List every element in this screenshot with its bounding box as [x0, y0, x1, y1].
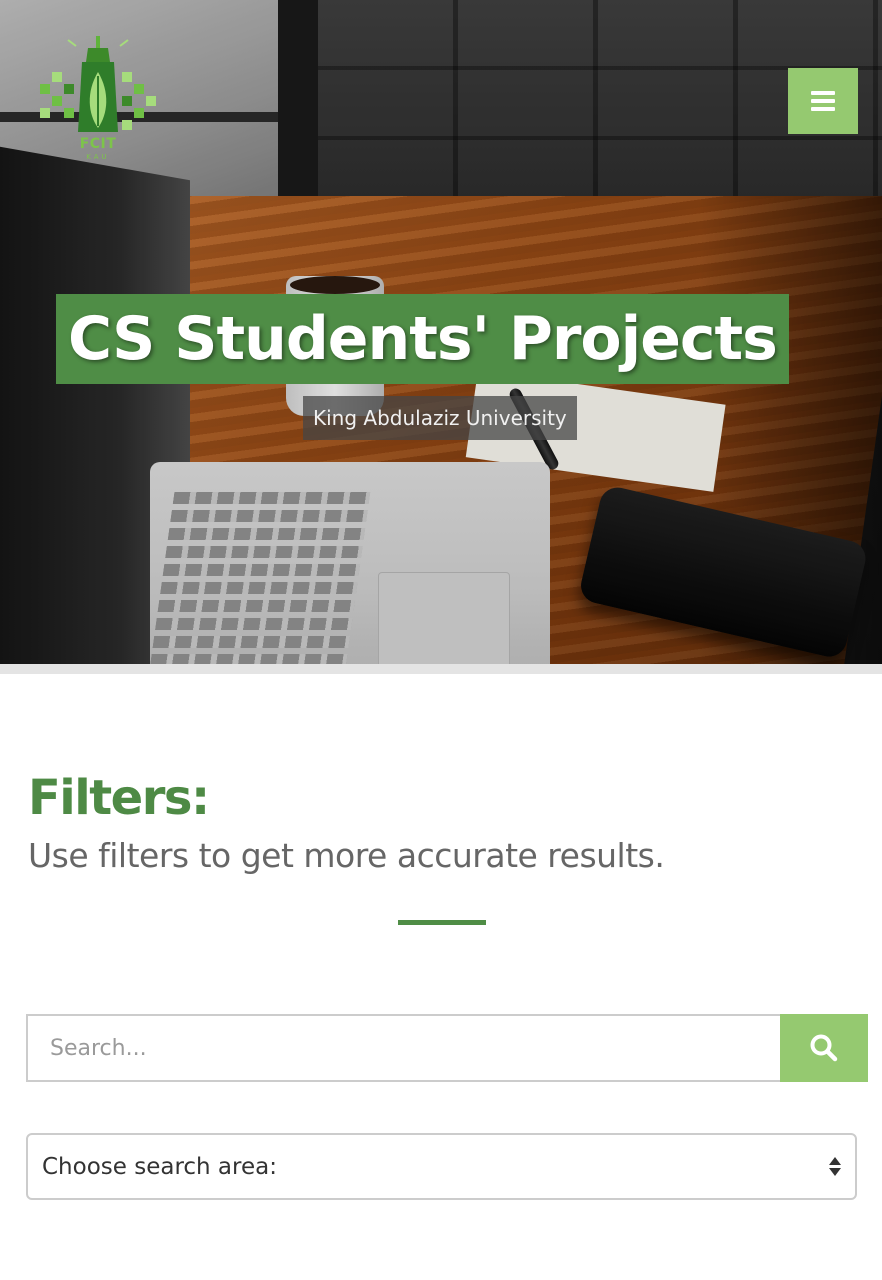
page-title: CS Students' Projects [56, 294, 789, 384]
search-area-selected: Choose search area: [42, 1153, 277, 1180]
filters-description: Use filters to get more accurate results… [28, 836, 665, 875]
filters-heading: Filters: [28, 770, 210, 826]
hero-banner: FCIT KAU CS Students' Projects King Abdu… [0, 0, 882, 672]
menu-button[interactable] [788, 68, 858, 134]
page-subtitle: King Abdulaziz University [303, 396, 577, 440]
hamburger-icon [811, 87, 835, 115]
logo-text: FCIT [79, 136, 117, 152]
search-icon [810, 1034, 838, 1062]
section-divider [398, 920, 486, 925]
fcit-logo[interactable]: FCIT KAU [36, 32, 160, 168]
select-arrows-icon [829, 1157, 841, 1176]
search-area-select[interactable]: Choose search area: [26, 1133, 857, 1200]
search-button[interactable] [780, 1014, 868, 1082]
hero-bottom-strip [0, 664, 882, 674]
logo-emblem-icon [40, 36, 156, 132]
search-bar [26, 1014, 868, 1082]
logo-subtext: KAU [86, 153, 110, 161]
search-input[interactable] [26, 1014, 780, 1082]
